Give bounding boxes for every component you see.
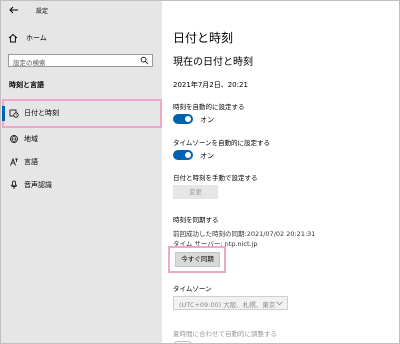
chevron-down-icon — [276, 301, 283, 306]
sidebar-section-title: 時刻と言語 — [9, 81, 44, 89]
search-placeholder: 設定の検索 — [13, 59, 46, 67]
back-arrow-icon[interactable] — [8, 4, 20, 16]
auto-time-toggle[interactable] — [173, 114, 193, 124]
toggle-knob — [185, 152, 191, 158]
language-icon — [10, 157, 18, 166]
manual-time-label: 日付と時刻を手動で設定する — [173, 174, 258, 182]
auto-timezone-label: タイムゾーンを自動的に設定する — [173, 139, 271, 147]
main-content: 日付と時刻 現在の日付と時刻 2021年7月2日、20:21 時刻を自動的に設定… — [162, 1, 399, 343]
sidebar: 設定 ホーム 設定の検索 時刻と言語 日付と時刻 地域 言語 音声認識 — [1, 1, 162, 343]
title-bar: 設定 — [1, 1, 162, 21]
home-icon — [8, 33, 18, 43]
timezone-select[interactable]: (UTC+09:00) 大阪、札幌、東京 — [173, 296, 288, 310]
microphone-icon — [10, 180, 18, 189]
sync-title: 時刻を同期する — [173, 216, 219, 224]
home-link[interactable]: ホーム — [8, 32, 47, 44]
last-sync-text: 前回成功した時刻の同期:2021/07/02 20:21:31 — [173, 230, 316, 238]
sidebar-item-language[interactable]: 言語 — [1, 151, 162, 173]
current-datetime-heading: 現在の日付と時刻 — [173, 57, 253, 68]
auto-time-state: オン — [200, 116, 214, 124]
home-label: ホーム — [26, 34, 47, 42]
dst-label: 夏時間に合わせて自動的に調整する — [173, 330, 277, 338]
settings-window: 設定 ホーム 設定の検索 時刻と言語 日付と時刻 地域 言語 音声認識 日付と時… — [0, 0, 400, 344]
sidebar-item-label: 日付と時刻 — [24, 109, 59, 117]
sidebar-item-date-time[interactable]: 日付と時刻 — [1, 102, 162, 124]
sidebar-item-speech[interactable]: 音声認識 — [1, 174, 162, 196]
timezone-label: タイムゾーン — [173, 285, 212, 293]
current-datetime: 2021年7月2日、20:21 — [173, 81, 248, 89]
sidebar-item-region[interactable]: 地域 — [1, 128, 162, 150]
change-button[interactable]: 変更 — [173, 185, 218, 199]
clock-calendar-icon — [9, 109, 19, 118]
auto-timezone-state: オン — [200, 152, 214, 160]
search-input[interactable]: 設定の検索 — [8, 54, 153, 67]
sidebar-item-label: 地域 — [24, 135, 38, 143]
toggle-knob — [185, 116, 191, 122]
search-icon[interactable] — [140, 56, 149, 65]
sync-now-button[interactable]: 今すぐ同期 — [175, 252, 220, 267]
auto-time-label: 時刻を自動的に設定する — [173, 103, 245, 111]
globe-icon — [10, 135, 18, 143]
auto-timezone-toggle[interactable] — [173, 150, 193, 160]
active-indicator — [2, 106, 5, 121]
sidebar-item-label: 音声認識 — [24, 181, 52, 189]
sidebar-item-label: 言語 — [24, 158, 38, 166]
page-title: 日付と時刻 — [173, 31, 234, 45]
app-title: 設定 — [36, 8, 49, 15]
timezone-value: (UTC+09:00) 大阪、札幌、東京 — [179, 301, 276, 309]
